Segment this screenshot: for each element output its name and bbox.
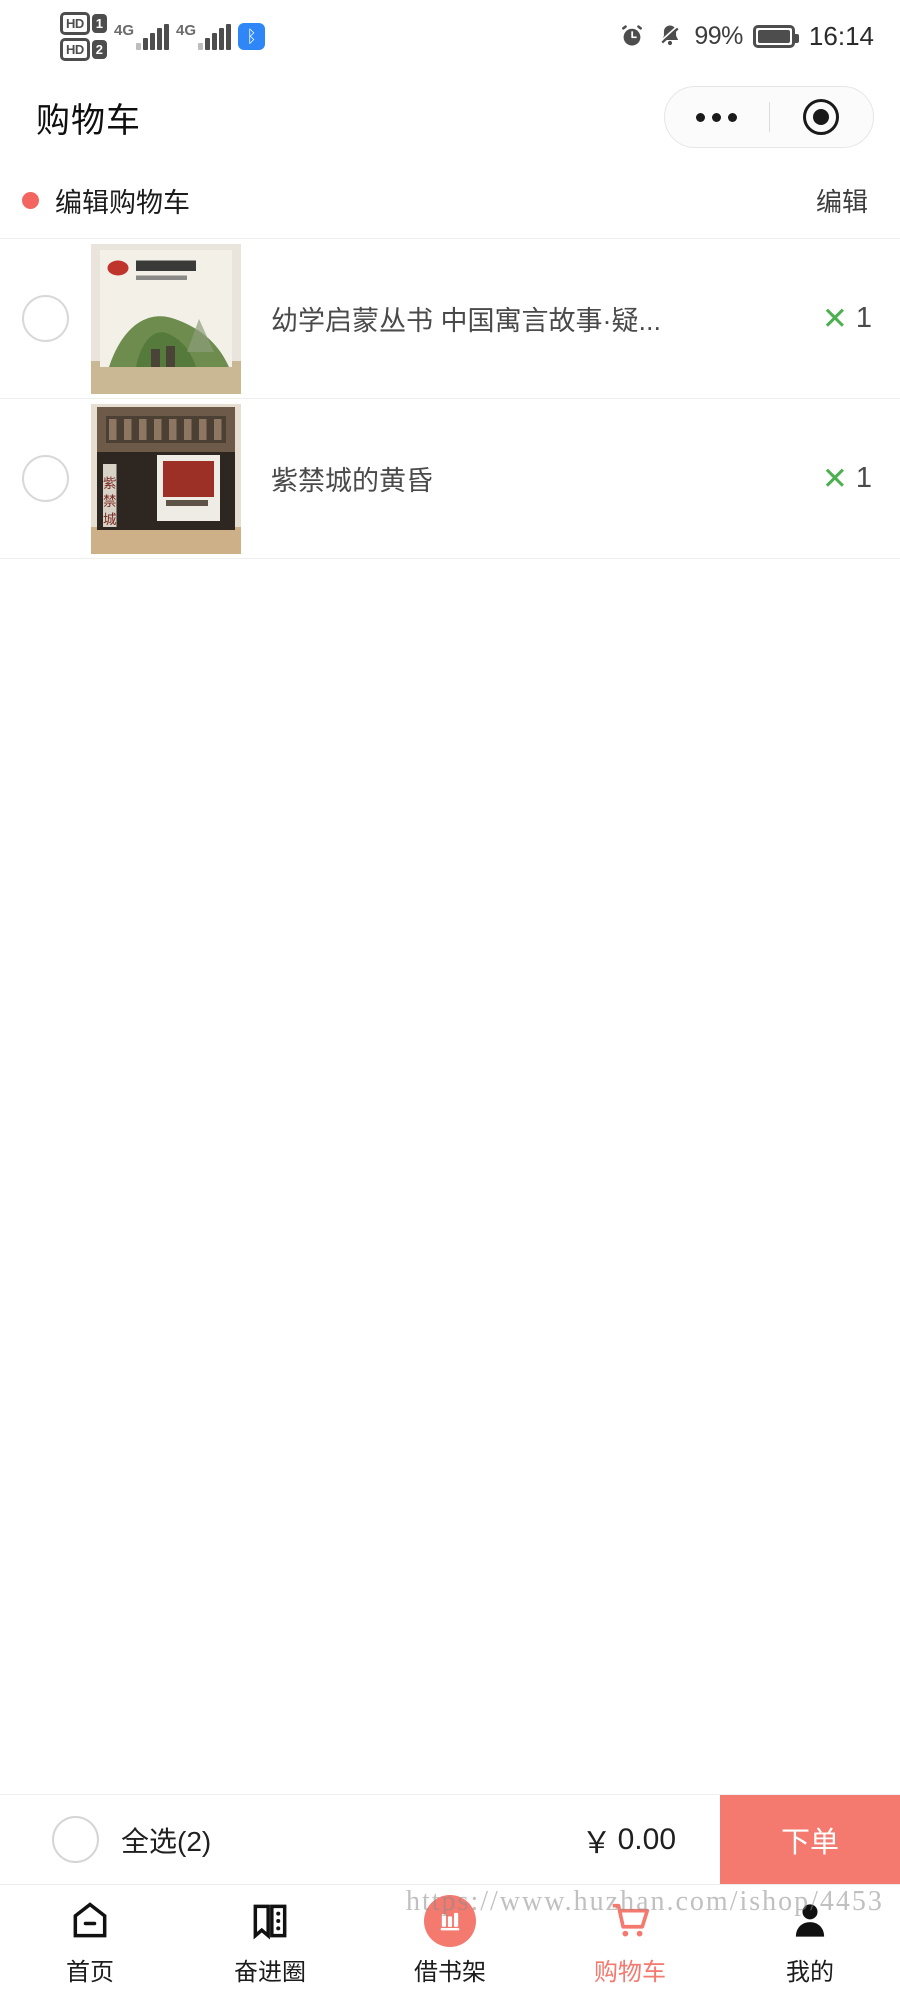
edit-cart-label: 编辑购物车 (55, 187, 190, 218)
checkbox-unchecked-icon[interactable] (22, 295, 69, 342)
sim2-hd-indicator: HD 2 (60, 37, 108, 61)
signal-indicator-2: 4G (176, 22, 232, 50)
total-price: ￥ 0.00 (582, 1818, 720, 1862)
home-icon (68, 1898, 112, 1944)
signal-bars-icon-2 (198, 24, 232, 50)
signal-indicator-1: 4G (114, 22, 170, 50)
tab-circle[interactable]: 奋进圈 (180, 1885, 360, 2000)
bookshelf-icon (424, 1895, 476, 1947)
book-cover-thumbnail[interactable]: 紫 禁 城 (91, 403, 241, 554)
cart-item-title: 幼学启蒙丛书 中国寓言故事·疑... (271, 306, 661, 336)
select-all-label: 全选(2) (121, 1825, 212, 1857)
tab-home[interactable]: 首页 (0, 1885, 180, 2000)
more-menu-button[interactable] (665, 112, 769, 122)
tab-circle-label: 奋进圈 (234, 1959, 306, 1986)
book-open-icon (248, 1898, 292, 1944)
cart-item-title-wrap: 紫禁城的黄昏 (241, 459, 822, 498)
battery-percent-label: 99% (694, 21, 743, 50)
tab-home-label: 首页 (66, 1959, 114, 1986)
hd-label-1: HD (60, 11, 90, 35)
tab-profile-label: 我的 (786, 1959, 834, 1986)
edit-button[interactable]: 编辑 (816, 182, 868, 219)
person-icon (788, 1898, 832, 1944)
cart-item-title: 紫禁城的黄昏 (271, 466, 433, 496)
multiply-icon: ✕ (821, 460, 848, 496)
checkbox-unchecked-icon[interactable] (22, 455, 69, 502)
svg-text:城: 城 (103, 512, 117, 527)
status-bar-clock: 16:14 (808, 20, 874, 51)
bluetooth-icon: ᛒ (238, 22, 266, 50)
network-type-1: 4G (114, 22, 135, 39)
edit-cart-label-group: 编辑购物车 (22, 181, 190, 220)
place-order-button[interactable]: 下单 (720, 1794, 900, 1885)
cart-item-title-wrap: 幼学启蒙丛书 中国寓言故事·疑... (241, 299, 822, 338)
cart-item-quantity-value: 1 (855, 462, 872, 494)
svg-text:紫: 紫 (103, 476, 117, 491)
status-bar-left: HD 1 HD 2 4G 4G ᛒ (60, 11, 266, 61)
bell-muted-icon (656, 22, 684, 50)
total-amount: 0.00 (617, 1822, 676, 1856)
cart-item-list: 幼学启蒙丛书 中国寓言故事·疑... ✕ 1 紫 禁 城 紫禁城的黄昏 ✕ 1 (0, 238, 900, 559)
alarm-clock-icon (618, 22, 646, 50)
status-bar: HD 1 HD 2 4G 4G ᛒ 99% 16:14 (0, 0, 900, 72)
sim-number-2: 2 (91, 39, 108, 59)
battery-icon (752, 24, 799, 48)
tab-bookshelf[interactable]: 借书架 (360, 1885, 540, 2000)
page-title: 购物车 (36, 101, 141, 140)
target-circle-icon (803, 99, 840, 135)
tab-cart[interactable]: 购物车 (540, 1885, 720, 2000)
cart-icon (607, 1898, 653, 1944)
multiply-icon: ✕ (821, 300, 848, 336)
book-cover-thumbnail[interactable] (91, 243, 241, 394)
miniprogram-capsule[interactable] (664, 86, 874, 148)
more-dots-icon (696, 112, 738, 122)
tab-profile[interactable]: 我的 (720, 1885, 900, 2000)
checkout-bar: 全选(2) ￥ 0.00 下单 (0, 1794, 900, 1885)
dual-sim-indicator: HD 1 HD 2 (60, 11, 108, 61)
sim1-hd-indicator: HD 1 (60, 11, 108, 35)
red-dot-icon (22, 191, 39, 209)
cart-item-row[interactable]: 紫 禁 城 紫禁城的黄昏 ✕ 1 (0, 399, 900, 559)
edit-cart-row: 编辑购物车 编辑 (0, 162, 900, 238)
close-miniprogram-button[interactable] (770, 99, 874, 135)
hd-label-2: HD (60, 37, 90, 61)
cart-item-quantity-value: 1 (855, 302, 872, 334)
cart-item-quantity: ✕ 1 (822, 461, 872, 497)
sim-number-1: 1 (91, 13, 108, 33)
currency-symbol: ￥ (581, 1826, 612, 1860)
signal-bars-icon-1 (136, 24, 170, 50)
cart-item-row[interactable]: 幼学启蒙丛书 中国寓言故事·疑... ✕ 1 (0, 239, 900, 399)
select-all-group[interactable]: 全选(2) (0, 1816, 211, 1863)
svg-text:禁: 禁 (103, 494, 117, 509)
nav-bar: 购物车 (0, 72, 900, 162)
tab-cart-label: 购物车 (594, 1959, 666, 1986)
checkbox-unchecked-icon[interactable] (52, 1816, 99, 1863)
tab-bookshelf-label: 借书架 (414, 1959, 486, 1986)
bottom-tab-bar: 首页 奋进圈 借书架 购物车 我的 (0, 1884, 900, 2000)
status-bar-right: 99% 16:14 (618, 21, 874, 52)
cart-item-quantity: ✕ 1 (822, 301, 872, 337)
network-type-2: 4G (176, 22, 197, 39)
